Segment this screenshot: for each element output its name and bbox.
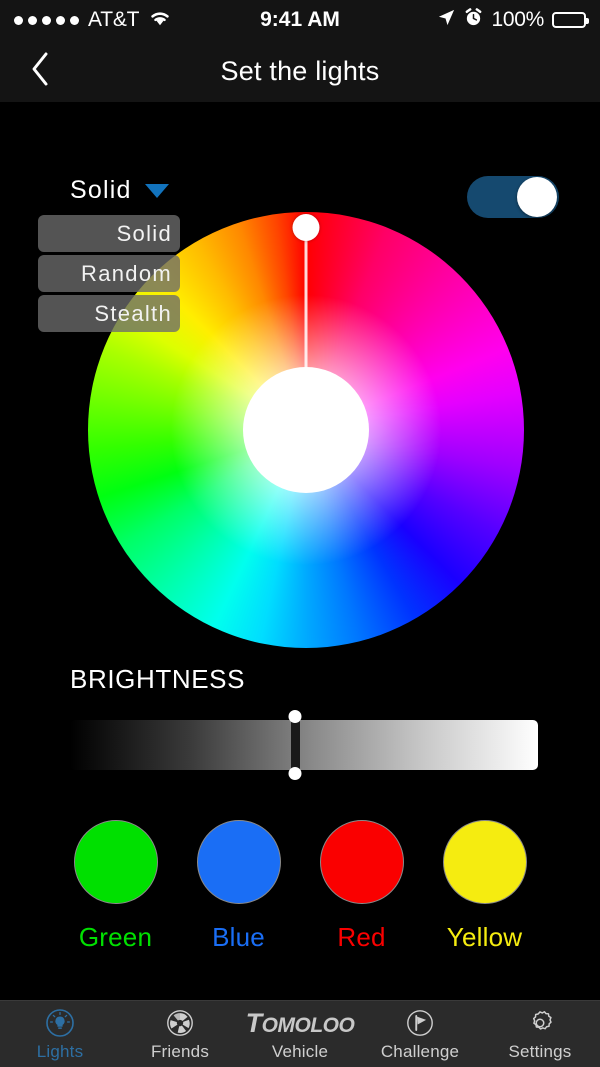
triangle-down-icon xyxy=(144,183,169,198)
tab-label: Vehicle xyxy=(271,1042,329,1061)
tab-challenge[interactable]: Challenge xyxy=(360,1001,480,1067)
preset-yellow[interactable]: Yellow xyxy=(441,820,529,953)
preset-label: Green xyxy=(78,922,153,952)
mode-option-stealth[interactable]: Stealth xyxy=(38,295,180,332)
color-wheel-center xyxy=(243,367,369,493)
tab-lights[interactable]: Lights xyxy=(0,1001,120,1067)
lightbulb-icon xyxy=(44,1006,76,1040)
brightness-slider-thumb[interactable] xyxy=(290,712,300,778)
preset-swatch[interactable] xyxy=(319,820,404,904)
status-bar: AT&T 9:41 AM 100% xyxy=(0,0,600,40)
tomoloo-logo-initial: T xyxy=(245,1007,263,1038)
battery-full-icon xyxy=(552,12,589,28)
bottom-tab-bar: Lights Friends TOMOLOO Vehicle Challenge… xyxy=(0,1000,600,1067)
mode-option-solid[interactable]: Solid xyxy=(38,215,180,252)
status-bar-right: 100% xyxy=(340,8,589,32)
lights-power-toggle[interactable] xyxy=(467,176,559,218)
aperture-icon xyxy=(165,1006,195,1040)
clock-label: 9:41 AM xyxy=(260,8,340,31)
status-bar-center: 9:41 AM xyxy=(260,8,340,32)
toggle-knob xyxy=(517,177,557,217)
mode-selected-label: Solid xyxy=(70,176,132,204)
battery-percent-label: 100% xyxy=(491,8,544,31)
mode-option-label: Stealth xyxy=(94,300,172,326)
mode-option-label: Random xyxy=(81,260,172,286)
main-content: Solid Solid Random Stealth BRIGHTNESS Gr… xyxy=(0,102,600,1000)
preset-blue[interactable]: Blue xyxy=(195,820,283,953)
wifi-icon xyxy=(148,9,172,32)
preset-swatch[interactable] xyxy=(442,820,527,904)
signal-strength-icon xyxy=(14,15,79,25)
alarm-clock-icon xyxy=(464,8,483,32)
tab-label: Lights xyxy=(36,1042,84,1061)
page-title: Set the lights xyxy=(220,55,380,86)
flag-icon xyxy=(405,1006,435,1040)
mode-option-random[interactable]: Random xyxy=(38,255,180,292)
tab-vehicle[interactable]: TOMOLOO Vehicle xyxy=(240,1001,360,1067)
tab-label: Settings xyxy=(508,1042,572,1061)
chevron-left-icon xyxy=(29,51,51,92)
status-bar-left: AT&T xyxy=(14,8,260,32)
carrier-label: AT&T xyxy=(88,8,140,31)
preset-label: Blue xyxy=(212,922,265,952)
mode-dropdown-trigger[interactable]: Solid xyxy=(70,176,169,205)
color-wheel-handle[interactable] xyxy=(292,214,320,241)
tomoloo-logo-rest: OMOLOO xyxy=(261,1013,355,1037)
mode-dropdown-menu[interactable]: Solid Random Stealth xyxy=(38,215,180,332)
preset-red[interactable]: Red xyxy=(318,820,406,953)
preset-label: Red xyxy=(337,922,386,952)
gear-icon xyxy=(525,1006,555,1040)
back-button[interactable] xyxy=(18,49,62,93)
navigation-bar: Set the lights xyxy=(0,40,600,102)
tab-label: Challenge xyxy=(380,1042,460,1061)
preset-swatch[interactable] xyxy=(196,820,281,904)
tab-label: Friends xyxy=(150,1042,210,1061)
tomoloo-logo: TOMOLOO xyxy=(246,1006,355,1040)
preset-green[interactable]: Green xyxy=(72,820,160,953)
brightness-label: BRIGHTNESS xyxy=(70,664,246,694)
tab-friends[interactable]: Friends xyxy=(120,1001,240,1067)
preset-swatch[interactable] xyxy=(73,820,158,904)
mode-option-label: Solid xyxy=(116,220,172,246)
brightness-slider[interactable] xyxy=(70,712,538,778)
preset-label: Yellow xyxy=(446,922,523,952)
tab-settings[interactable]: Settings xyxy=(480,1001,600,1067)
color-preset-row: Green Blue Red Yellow xyxy=(0,820,600,953)
location-arrow-icon xyxy=(437,8,456,32)
